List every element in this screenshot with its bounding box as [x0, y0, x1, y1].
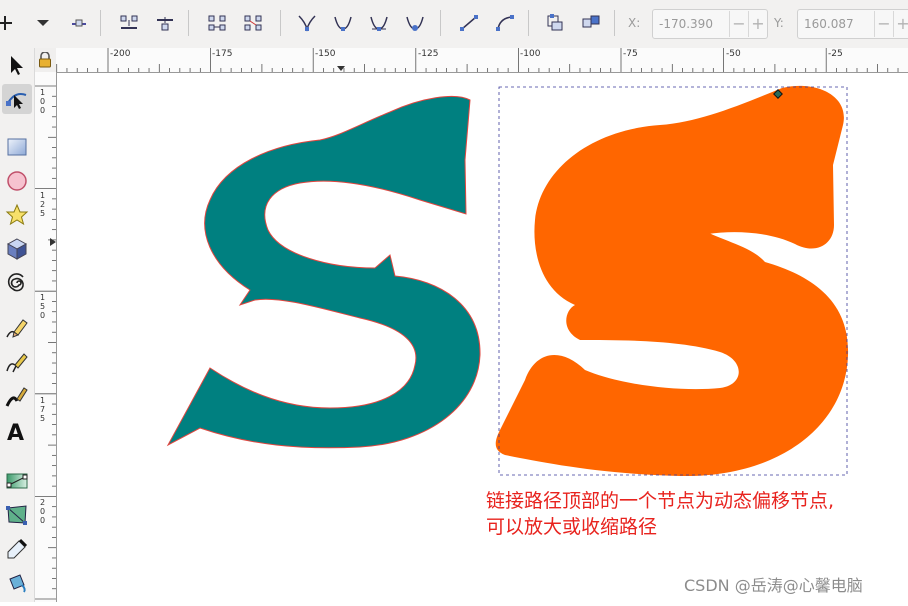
node-smooth-icon[interactable] [330, 10, 356, 36]
ruler-label: -200 [110, 49, 131, 59]
annotation-line-1: 链接路径顶部的一个节点为动态偏移节点, [486, 490, 835, 512]
ruler-label: -50 [726, 49, 741, 59]
node-symmetric-icon[interactable] [366, 10, 392, 36]
paint-bucket-tool-icon[interactable] [2, 568, 32, 598]
y-coordinate-value[interactable]: 160.087 [798, 17, 874, 31]
dropper-tool-icon[interactable] [2, 534, 32, 564]
rectangle-tool-icon[interactable] [2, 132, 32, 162]
lock-icon [39, 52, 51, 68]
orange-s-offset-path[interactable] [495, 85, 849, 477]
y-coordinate-field[interactable]: 160.087 − + [797, 9, 908, 39]
ruler-label: 150 [40, 293, 46, 321]
segment-curve-icon[interactable] [492, 10, 518, 36]
svg-text:A: A [7, 421, 24, 443]
stroke-to-path-icon[interactable] [578, 10, 604, 36]
delete-segment-icon[interactable] [240, 10, 266, 36]
add-node-icon[interactable] [0, 10, 18, 36]
ruler-position-marker [50, 238, 56, 246]
x-coordinate-value[interactable]: -170.390 [653, 17, 729, 31]
pen-tool-icon[interactable] [2, 348, 32, 378]
ruler-label: 100 [40, 88, 46, 115]
ruler-label: -150 [315, 49, 336, 59]
horizontal-ruler[interactable]: -200 -175 -150 -125 -100 -75 -50 -25 [56, 48, 908, 73]
toolbox: A [0, 48, 35, 602]
ellipse-tool-icon[interactable] [2, 166, 32, 196]
delete-node-icon[interactable] [66, 10, 92, 36]
x-increment-button[interactable]: + [748, 11, 767, 37]
node-auto-icon[interactable] [402, 10, 428, 36]
ruler-label: -175 [212, 49, 232, 59]
ruler-label: 175 [40, 395, 46, 423]
node-cusp-icon[interactable] [294, 10, 320, 36]
teal-s-path[interactable] [166, 95, 481, 449]
ruler-label: -25 [828, 49, 843, 59]
y-increment-button[interactable]: + [893, 11, 908, 37]
pencil-tool-icon[interactable] [2, 314, 32, 344]
ruler-label: -100 [520, 49, 541, 59]
dropdown-arrow-icon[interactable] [30, 10, 56, 36]
text-tool-icon[interactable]: A [2, 416, 32, 446]
annotation-line-2: 可以放大或收缩路径 [486, 516, 658, 538]
watermark-text: CSDN @岳涛@心馨电脑 [684, 576, 863, 595]
ruler-label: -75 [623, 49, 638, 59]
object-to-path-icon[interactable] [542, 10, 568, 36]
x-decrement-button[interactable]: − [729, 11, 748, 37]
calligraphy-tool-icon[interactable] [2, 382, 32, 412]
break-path-icon[interactable] [152, 10, 178, 36]
join-nodes-icon[interactable] [116, 10, 142, 36]
mesh-tool-icon[interactable] [2, 500, 32, 530]
x-coordinate-label: X: [628, 16, 641, 30]
selector-tool-icon[interactable] [2, 50, 32, 80]
y-coordinate-label: Y: [774, 16, 784, 30]
spiral-tool-icon[interactable] [2, 268, 32, 298]
y-decrement-button[interactable]: − [874, 11, 893, 37]
vertical-ruler[interactable]: 100 125 150 175 200 [34, 72, 57, 602]
gradient-tool-icon[interactable] [2, 466, 32, 496]
tool-controls-bar: X: -170.390 − + Y: 160.087 − + [0, 0, 908, 49]
x-coordinate-field[interactable]: -170.390 − + [652, 9, 768, 39]
ruler-label: 125 [40, 190, 46, 218]
segment-line-icon[interactable] [456, 10, 482, 36]
star-tool-icon[interactable] [2, 200, 32, 230]
ruler-label: -125 [418, 49, 438, 59]
3d-box-tool-icon[interactable] [2, 234, 32, 264]
annotation-text: 链接路径顶部的一个节点为动态偏移节点, 可以放大或收缩路径 [486, 488, 906, 540]
ruler-label: 200 [40, 498, 46, 526]
node-tool-icon[interactable] [2, 84, 32, 114]
join-segment-icon[interactable] [204, 10, 230, 36]
guide-lock-toggle[interactable] [34, 48, 56, 72]
